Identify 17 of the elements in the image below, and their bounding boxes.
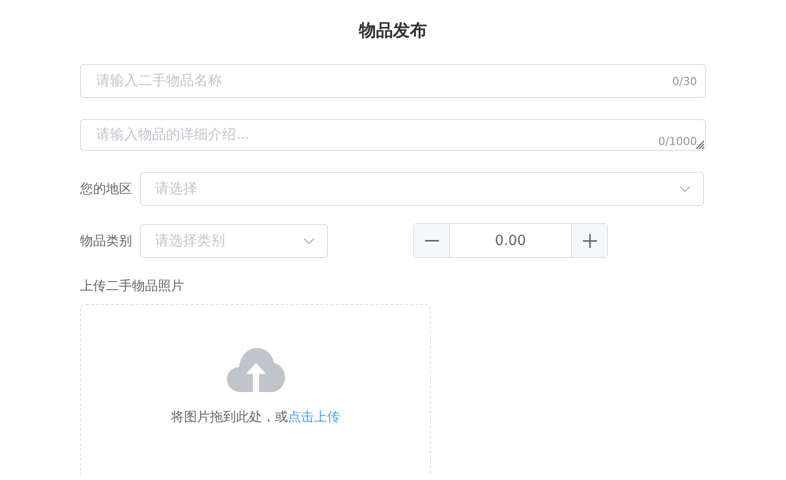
chevron-down-icon — [303, 236, 315, 244]
section-label: 上传二手物品照片 — [80, 278, 185, 296]
character-counter: 0/30 — [672, 74, 697, 88]
field-label: 您的地区 — [80, 181, 133, 198]
description-text-area[interactable]: 请输入物品的详细介绍... 0/1000 — [80, 119, 706, 151]
chevron-down-icon — [679, 185, 691, 193]
name-input-field[interactable]: 请输入二手物品名称 0/30 — [80, 64, 706, 98]
category-select[interactable]: 请选择类别 — [140, 224, 328, 258]
region-select[interactable]: 请选择 — [140, 172, 704, 206]
character-counter: 0/1000 — [658, 135, 697, 148]
resize-handle-icon[interactable] — [695, 140, 704, 149]
page-title: 物品发布 — [358, 20, 428, 43]
field-label: 物品类别 — [80, 232, 133, 250]
cloud-upload-icon — [226, 348, 284, 392]
click-upload-link[interactable]: 点击上传 — [288, 410, 340, 425]
upload-instruction: 将图片拖到此处，或点击上传 — [171, 409, 340, 426]
upload-drop-zone[interactable]: 将图片拖到此处，或点击上传 — [80, 304, 431, 475]
